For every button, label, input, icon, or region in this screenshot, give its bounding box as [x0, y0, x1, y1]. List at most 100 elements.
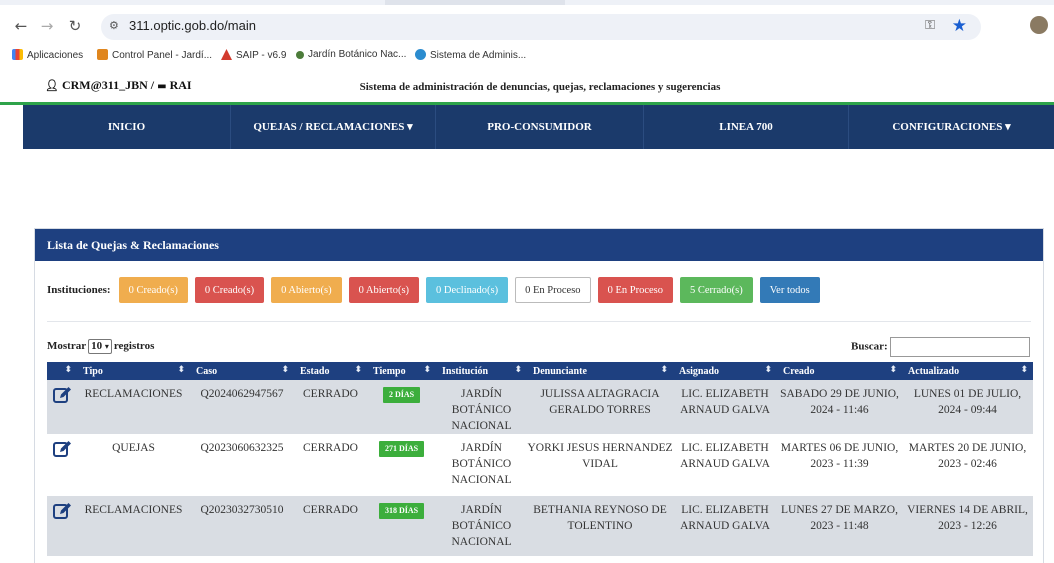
edit-icon[interactable] [52, 439, 72, 459]
bookmark-saip[interactable]: SAIP - v6.9 [221, 49, 286, 61]
bookmark-star-icon[interactable]: ★ [952, 16, 967, 36]
filter-created-warning[interactable]: 0 Creado(s) [118, 277, 188, 303]
bookmark-jardin[interactable]: Jardín Botánico Nac... [296, 49, 406, 60]
sort-icon: ⬍ [1020, 365, 1028, 375]
jardin-leaf-icon [296, 51, 304, 59]
col-header-tipo[interactable]: Tipo ⬍ [77, 362, 190, 380]
password-key-icon[interactable]: ⚿ [925, 18, 935, 33]
col-header-caso[interactable]: Caso ⬍ [190, 362, 294, 380]
filter-in-process-default[interactable]: 0 En Proceso [515, 277, 591, 303]
saip-triangle-icon [221, 49, 232, 60]
col-header-label: Tipo [83, 365, 103, 377]
bookmark-label: Jardín Botánico Nac... [308, 49, 407, 60]
url-text[interactable]: 311.optic.gob.do/main [129, 18, 256, 33]
filter-view-all[interactable]: Ver todos [759, 277, 820, 303]
address-bar[interactable]: ⚙ 311.optic.gob.do/main ⚿ ★ [101, 14, 981, 40]
sort-icon: ⬍ [64, 365, 72, 375]
bookmark-sistema[interactable]: Sistema de Adminis... [415, 49, 526, 61]
sistema-globe-icon [415, 49, 426, 60]
days-badge: 271 DÍAS [378, 441, 425, 457]
col-header-asignado[interactable]: Asignado ⬍ [673, 362, 777, 380]
col-header-tiempo[interactable]: Tiempo ⬍ [367, 362, 436, 380]
tab-strip [0, 0, 1054, 5]
cell-tiempo: 271 DÍAS [367, 434, 436, 496]
complaints-table: ⬍ Tipo ⬍ Caso ⬍ Estado ⬍ Tiempo ⬍ Institució… [47, 362, 1033, 556]
search-control: Buscar: [851, 337, 1030, 357]
back-arrow-icon[interactable]: ← [10, 15, 32, 37]
bookmark-label: SAIP - v6.9 [236, 50, 287, 61]
filter-created-danger[interactable]: 0 Creado(s) [194, 277, 265, 303]
col-header-label: Tiempo [373, 365, 406, 377]
bookmark-apps[interactable]: Aplicaciones [12, 49, 83, 61]
nav-inicio[interactable]: INICIO [23, 105, 231, 149]
table-row: RECLAMACIONES Q2023032730510 CERRADO 318… [47, 496, 1033, 556]
nav-quejas-reclamaciones[interactable]: QUEJAS / RECLAMACIONES ▾ [231, 105, 436, 149]
col-header-label: Creado [783, 365, 815, 377]
col-header-label: Caso [196, 365, 218, 377]
col-header-label: Denunciante [533, 365, 587, 377]
sort-icon: ⬍ [281, 365, 289, 375]
filter-in-process-danger[interactable]: 0 En Proceso [597, 277, 673, 303]
tab-active[interactable] [0, 0, 385, 5]
cell-tipo: QUEJAS [77, 434, 190, 496]
cell-denunciante: YORKI JESUS HERNANDEZ VIDAL [527, 434, 673, 496]
sort-icon: ⬍ [660, 365, 668, 375]
cell-caso: Q2024062947567 [190, 380, 294, 434]
cell-creado: SABADO 29 DE JUNIO, 2024 - 11:46 [777, 380, 902, 434]
cell-institucion: JARDÍN BOTÁNICO NACIONAL [436, 434, 527, 496]
panel-title: Lista de Quejas & Reclamaciones [35, 229, 1043, 261]
col-header-label: Asignado [679, 365, 720, 377]
profile-avatar-icon[interactable] [1030, 16, 1048, 34]
col-header-creado[interactable]: Creado ⬍ [777, 362, 902, 380]
cell-tipo: RECLAMACIONES [77, 380, 190, 434]
table-row: QUEJAS Q2023060632325 CERRADO 271 DÍAS J… [47, 434, 1033, 496]
sort-icon: ⬍ [764, 365, 772, 375]
filter-closed[interactable]: 5 Cerrado(s) [679, 277, 753, 303]
cell-actualizado: LUNES 01 DE JULIO, 2024 - 09:44 [902, 380, 1033, 434]
col-header-action[interactable]: ⬍ [47, 362, 77, 380]
nav-linea-700[interactable]: LINEA 700 [644, 105, 849, 149]
panel-divider [47, 321, 1031, 322]
col-header-label: Institución [442, 365, 489, 377]
app-header: 👤︎ CRM@311_JBN / ▬ RAI Sistema de admini… [0, 68, 1054, 104]
forward-arrow-icon[interactable]: → [36, 15, 58, 37]
page-length-control: Mostrar 10 ▾ registros [47, 339, 154, 354]
cell-asignado: LIC. ELIZABETH ARNAUD GALVA [673, 434, 777, 496]
filter-opened-warning[interactable]: 0 Abierto(s) [271, 277, 342, 303]
cell-creado: MARTES 06 DE JUNIO, 2023 - 11:39 [777, 434, 902, 496]
site-settings-icon[interactable]: ⚙ [109, 19, 119, 32]
edit-icon[interactable] [52, 385, 72, 405]
chevron-down-icon: ▾ [104, 342, 109, 351]
bookmark-control-panel[interactable]: Control Panel - Jardí... [97, 49, 212, 61]
cell-estado: CERRADO [294, 496, 367, 556]
cell-tiempo: 2 DÍAS [367, 380, 436, 434]
tab-inactive[interactable] [565, 0, 1054, 5]
search-input[interactable] [889, 337, 1030, 357]
sort-icon: ⬍ [423, 365, 431, 375]
reload-icon[interactable]: ↻ [64, 15, 86, 37]
days-badge: 2 DÍAS [382, 387, 421, 403]
nav-configuraciones[interactable]: CONFIGURACIONES ▾ [849, 105, 1054, 149]
cell-caso: Q2023060632325 [190, 434, 294, 496]
page-length-select[interactable]: 10 ▾ [88, 339, 112, 354]
cell-asignado: LIC. ELIZABETH ARNAUD GALVA [673, 380, 777, 434]
status-filters: Instituciones: 0 Creado(s) 0 Creado(s) 0… [47, 277, 823, 303]
cell-actualizado: VIERNES 14 DE ABRIL, 2023 - 12:26 [902, 496, 1033, 556]
col-header-institucion[interactable]: Institución ⬍ [436, 362, 527, 380]
edit-cell [47, 380, 77, 434]
filter-declined[interactable]: 0 Declinado(s) [426, 277, 509, 303]
control-panel-icon [97, 49, 108, 60]
cell-denunciante: JULISSA ALTAGRACIA GERALDO TORRES [527, 380, 673, 434]
filter-opened-danger[interactable]: 0 Abierto(s) [348, 277, 420, 303]
nav-pro-consumidor[interactable]: PRO-CONSUMIDOR [436, 105, 644, 149]
col-header-actualizado[interactable]: Actualizado ⬍ [902, 362, 1033, 380]
cell-tiempo: 318 DÍAS [367, 496, 436, 556]
cell-estado: CERRADO [294, 434, 367, 496]
sort-icon: ⬍ [177, 365, 185, 375]
cell-creado: LUNES 27 DE MARZO, 2023 - 11:48 [777, 496, 902, 556]
col-header-estado[interactable]: Estado ⬍ [294, 362, 367, 380]
edit-icon[interactable] [52, 501, 72, 521]
bookmark-label: Aplicaciones [27, 50, 84, 61]
col-header-denunciante[interactable]: Denunciante ⬍ [527, 362, 673, 380]
days-badge: 318 DÍAS [378, 503, 425, 519]
